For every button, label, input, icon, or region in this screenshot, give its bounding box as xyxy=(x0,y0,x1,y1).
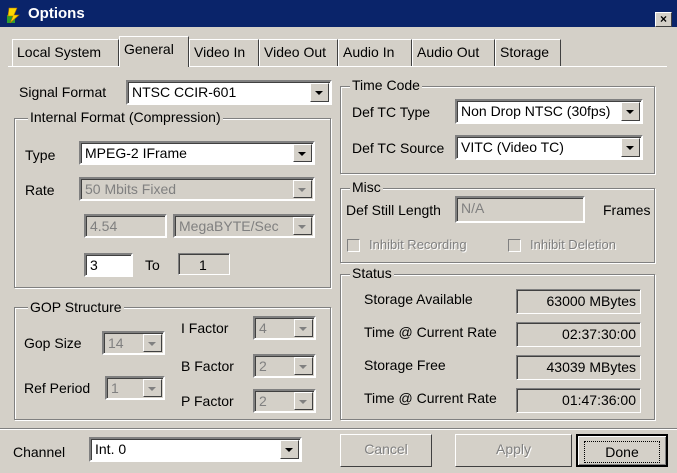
def-tc-source-label: Def TC Source xyxy=(352,140,445,156)
def-tc-type-label: Def TC Type xyxy=(352,104,431,120)
chevron-down-icon[interactable] xyxy=(280,440,299,459)
chevron-down-icon[interactable] xyxy=(294,319,313,337)
close-button[interactable]: × xyxy=(655,12,672,27)
title-bar xyxy=(0,0,677,29)
rate-label: Rate xyxy=(25,182,55,198)
done-button-label: Done xyxy=(584,441,660,463)
def-still-length-field[interactable]: N/A xyxy=(455,196,585,223)
def-still-length-label: Def Still Length xyxy=(346,202,441,218)
time-current-rate-value-2: 01:47:36:00 xyxy=(516,388,641,413)
channel-label: Channel xyxy=(13,444,66,460)
tab-audio-out[interactable]: Audio Out xyxy=(412,39,495,66)
range-to-value: 1 xyxy=(178,253,230,275)
apply-button[interactable]: Apply xyxy=(455,434,572,467)
close-icon: × xyxy=(659,12,667,26)
chevron-down-icon[interactable] xyxy=(621,138,640,157)
gop-size-select[interactable]: 14 xyxy=(102,331,165,355)
storage-free-value: 43039 MBytes xyxy=(516,355,641,380)
time-current-rate-value-1: 02:37:30:00 xyxy=(516,322,641,347)
tab-strip-line xyxy=(8,66,667,67)
storage-free-label: Storage Free xyxy=(364,357,446,373)
internal-format-title: Internal Format (Compression) xyxy=(28,109,223,125)
time-code-title: Time Code xyxy=(350,77,422,93)
cancel-button[interactable]: Cancel xyxy=(340,434,432,467)
misc-title: Misc xyxy=(350,179,383,195)
range-from-field[interactable]: 3 xyxy=(84,253,133,277)
channel-select[interactable]: Int. 0 xyxy=(89,437,302,462)
chevron-down-icon[interactable] xyxy=(293,144,312,162)
inhibit-deletion-checkbox[interactable] xyxy=(508,239,521,252)
rate-unit-select[interactable]: MegaBYTE/Sec xyxy=(173,214,315,238)
tab-general[interactable]: General xyxy=(119,36,189,67)
gop-size-label: Gop Size xyxy=(24,335,82,351)
i-factor-select[interactable]: 4 xyxy=(253,316,316,340)
chevron-down-icon[interactable] xyxy=(293,217,312,235)
signal-format-label: Signal Format xyxy=(19,84,107,100)
chevron-down-icon[interactable] xyxy=(294,392,313,410)
i-factor-label: I Factor xyxy=(181,320,229,336)
ref-period-select[interactable]: 1 xyxy=(105,376,165,400)
tab-storage[interactable]: Storage xyxy=(495,39,561,66)
type-select[interactable]: MPEG-2 IFrame xyxy=(79,141,315,165)
still-unit-label: Frames xyxy=(603,202,651,218)
app-icon xyxy=(7,7,20,24)
tab-local-system[interactable]: Local System xyxy=(12,39,119,66)
p-factor-select[interactable]: 2 xyxy=(253,389,316,413)
def-tc-source-select[interactable]: VITC (Video TC) xyxy=(455,135,643,160)
chevron-down-icon[interactable] xyxy=(621,102,640,121)
time-current-rate-label-1: Time @ Current Rate xyxy=(364,324,497,340)
window-title: Options xyxy=(28,5,85,22)
signal-format-select[interactable]: NTSC CCIR-601 xyxy=(126,80,332,105)
type-label: Type xyxy=(25,147,56,163)
range-to-label: To xyxy=(145,257,160,273)
rate-number-field[interactable]: 4.54 xyxy=(84,214,167,238)
time-current-rate-label-2: Time @ Current Rate xyxy=(364,390,497,406)
bottom-separator xyxy=(0,428,677,430)
chevron-down-icon[interactable] xyxy=(310,83,329,102)
storage-available-label: Storage Available xyxy=(364,291,473,307)
def-tc-type-select[interactable]: Non Drop NTSC (30fps) xyxy=(455,99,643,124)
inhibit-deletion-label: Inhibit Deletion xyxy=(530,237,616,252)
inhibit-recording-label: Inhibit Recording xyxy=(369,237,467,252)
chevron-down-icon[interactable] xyxy=(293,180,312,198)
tab-audio-in[interactable]: Audio In xyxy=(338,39,412,66)
tab-video-in[interactable]: Video In xyxy=(189,39,259,66)
inhibit-recording-checkbox[interactable] xyxy=(347,239,360,252)
chevron-down-icon[interactable] xyxy=(143,334,162,352)
b-factor-select[interactable]: 2 xyxy=(253,354,316,378)
gop-structure-title: GOP Structure xyxy=(28,299,124,315)
chevron-down-icon[interactable] xyxy=(294,357,313,375)
rate-select[interactable]: 50 Mbits Fixed xyxy=(79,177,315,201)
status-title: Status xyxy=(350,265,394,281)
ref-period-label: Ref Period xyxy=(24,380,91,396)
done-button[interactable]: Done xyxy=(576,434,668,467)
p-factor-label: P Factor xyxy=(181,393,234,409)
b-factor-label: B Factor xyxy=(181,358,234,374)
tab-video-out[interactable]: Video Out xyxy=(259,39,338,66)
chevron-down-icon[interactable] xyxy=(143,379,162,397)
storage-available-value: 63000 MBytes xyxy=(516,289,641,314)
